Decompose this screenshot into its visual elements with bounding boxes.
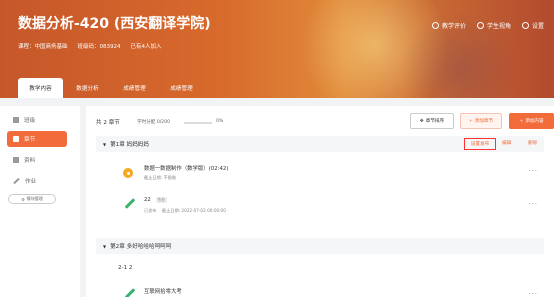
book-icon xyxy=(13,136,19,142)
chapter-row[interactable]: ▼ 第2章 多好哈哈哈呵呵呵 xyxy=(96,238,544,254)
chapter-sort-button[interactable]: ✥ 章节排序 xyxy=(410,113,454,129)
sidebar-item-homework[interactable]: 作业 xyxy=(7,173,67,189)
module-management-button[interactable]: ⚙ 模块管理 xyxy=(8,194,56,204)
gear-icon xyxy=(521,22,529,29)
chapter-toolbar: 共 2 章节 学时分配 0/200 0% ✥ 章节排序 + 添加章节 + 添加内… xyxy=(96,112,554,129)
sidebar-item-materials[interactable]: 资料 xyxy=(7,152,67,168)
student-view-button[interactable]: 学生视角 xyxy=(476,21,511,30)
star-icon xyxy=(431,22,439,29)
hours-allocation-label: 学时分配 0/200 xyxy=(137,120,171,125)
tab-teaching-content[interactable]: 教学内容 xyxy=(18,78,63,98)
sidebar-item-label: 章节 xyxy=(24,137,36,143)
caret-down-icon[interactable]: ▼ xyxy=(103,142,106,147)
chapter-title: 第1章 妈妈妈妈 xyxy=(110,142,149,148)
hours-allocation-percent: 0% xyxy=(216,119,224,124)
course-meta: 课程：中国商务基础 班级码：083924 已有4人加入 xyxy=(18,42,162,50)
sidebar-item-label: 班级 xyxy=(24,118,36,124)
task-deadline: 截止日期: 2022-07-02 00:00:00 xyxy=(161,208,226,213)
pencil-icon xyxy=(13,177,20,185)
header-actions: 教学评价 学生视角 设置 xyxy=(431,21,544,30)
chapter-panel: 共 2 章节 学时分配 0/200 0% ✥ 章节排序 + 添加章节 + 添加内… xyxy=(86,106,554,297)
task-name: 互联网拾零大考 xyxy=(144,289,182,295)
tab-data-analysis[interactable]: 数据分析 xyxy=(65,78,110,98)
task-name: 数据一数据制作（数学版）(02:42) xyxy=(144,166,229,172)
class-icon xyxy=(13,117,19,123)
more-options-icon[interactable]: ··· xyxy=(528,200,538,208)
task-name: 22 xyxy=(144,197,151,203)
folder-icon xyxy=(13,157,19,163)
chapter-row[interactable]: ▼ 第1章 妈妈妈妈 设置发布 编辑 删除 xyxy=(96,136,544,152)
settings-button[interactable]: 设置 xyxy=(521,21,544,30)
more-options-icon[interactable]: ··· xyxy=(528,290,538,297)
add-chapter-label: 添加章节 xyxy=(474,119,494,124)
add-content-button[interactable]: + 添加内容 xyxy=(509,113,554,129)
chapter-sort-label: 章节排序 xyxy=(425,119,445,124)
tab-grade-management[interactable]: 成绩管理 xyxy=(112,78,157,98)
sidebar-item-class[interactable]: 班级 xyxy=(7,112,67,128)
section-title[interactable]: 2-1 2 xyxy=(118,265,132,271)
gear-icon: ⚙ xyxy=(21,196,25,202)
video-icon xyxy=(123,168,133,178)
pencil-icon xyxy=(124,288,136,297)
task-name-wrap: 22 作业 xyxy=(144,197,168,203)
task-status: 已发布 xyxy=(144,208,157,213)
tab-grade-management-2[interactable]: 成绩管理 xyxy=(159,78,204,98)
task-item[interactable]: 互联网拾零大考 ··· xyxy=(122,284,538,297)
teaching-evaluation-button[interactable]: 教学评价 xyxy=(431,21,466,30)
sort-icon: ✥ xyxy=(419,118,424,124)
meta-joined: 已有4人加入 xyxy=(130,44,162,50)
task-type-tag: 作业 xyxy=(155,197,168,203)
edit-chapter-link[interactable]: 编辑 xyxy=(502,140,511,146)
delete-chapter-link[interactable]: 删除 xyxy=(528,140,537,146)
set-publish-button[interactable]: 设置发布 xyxy=(464,138,496,150)
task-sub-wrap: 已发布 截止日期: 2022-07-02 00:00:00 xyxy=(144,208,226,214)
meta-course: 课程：中国商务基础 xyxy=(18,44,68,50)
caret-down-icon[interactable]: ▼ xyxy=(103,244,106,249)
course-title: 数据分析-420 (西安翻译学院) xyxy=(18,16,211,32)
chapter-count: 共 2 章节 xyxy=(96,120,120,126)
settings-label: 设置 xyxy=(531,23,544,30)
student-view-label: 学生视角 xyxy=(486,23,511,30)
hours-allocation-bar xyxy=(184,122,212,124)
pencil-icon xyxy=(124,198,136,209)
plus-icon: + xyxy=(468,118,473,124)
plus-icon: + xyxy=(519,118,524,124)
add-chapter-button[interactable]: + 添加章节 xyxy=(460,113,502,129)
course-banner: 数据分析-420 (西安翻译学院) 课程：中国商务基础 班级码：083924 已… xyxy=(0,0,554,98)
eye-icon xyxy=(476,22,484,29)
task-item[interactable]: 数据一数据制作（数学版）(02:42) 截止日期: 不限制 ··· xyxy=(122,161,538,185)
chapter-title: 第2章 多好哈哈哈呵呵呵 xyxy=(110,244,172,250)
add-content-label: 添加内容 xyxy=(525,119,544,124)
sidebar: 班级 章节 资料 作业 ⚙ 模块管理 xyxy=(0,106,80,297)
sidebar-item-label: 作业 xyxy=(25,179,37,185)
main-tabs: 教学内容 数据分析 成绩管理 成绩管理 xyxy=(18,78,206,98)
task-deadline: 截止日期: 不限制 xyxy=(144,175,177,180)
module-management-label: 模块管理 xyxy=(26,196,43,201)
teaching-evaluation-label: 教学评价 xyxy=(441,23,466,30)
sidebar-item-chapter[interactable]: 章节 xyxy=(7,131,67,147)
task-item[interactable]: 22 作业 已发布 截止日期: 2022-07-02 00:00:00 ··· xyxy=(122,194,538,218)
sidebar-item-label: 资料 xyxy=(24,158,36,164)
more-options-icon[interactable]: ··· xyxy=(528,167,538,175)
meta-class-code: 班级码：083924 xyxy=(77,44,121,50)
